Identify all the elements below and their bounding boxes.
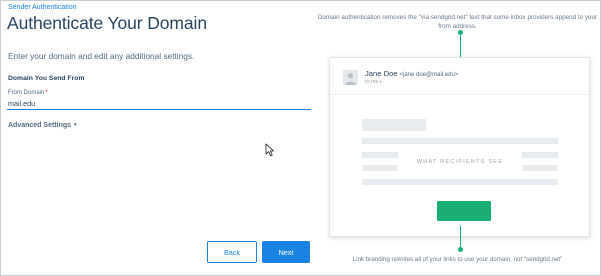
placeholder-line <box>362 152 398 158</box>
email-preview-card: Jane Doe <jane doe@mail.edu> to me▾ WHAT … <box>329 57 590 237</box>
from-domain-input[interactable] <box>7 97 311 110</box>
next-button[interactable]: Next <box>262 241 310 263</box>
cta-button-placeholder <box>437 201 491 221</box>
card-divider <box>330 94 589 95</box>
sender-line: Jane Doe <jane doe@mail.edu> <box>365 69 458 78</box>
mouse-cursor-icon <box>265 143 275 157</box>
placeholder-line <box>362 179 558 185</box>
breadcrumb[interactable]: Sender Authentication <box>8 4 77 11</box>
sender-email: <jane doe@mail.edu> <box>399 72 459 78</box>
page-subtitle: Enter your domain and edit any additiona… <box>8 51 195 61</box>
domain-authentication-note: Domain authentication removes the "via s… <box>317 14 598 30</box>
placeholder-line <box>362 165 398 171</box>
placeholder-line <box>522 152 558 158</box>
page-title: Authenticate Your Domain <box>7 13 207 33</box>
placeholder-line <box>522 165 558 171</box>
link-branding-note: Link branding rewrites all of your links… <box>352 256 563 263</box>
advanced-settings-toggle[interactable]: Advanced Settings ▾ <box>8 122 77 129</box>
required-marker: * <box>45 90 48 96</box>
body-label: WHAT RECIPIENTS SEE <box>416 159 504 165</box>
connector-dot-bottom <box>458 247 463 252</box>
user-icon <box>345 73 356 85</box>
from-domain-label-text: From Domain <box>8 90 45 96</box>
chevron-down-icon: ▾ <box>379 79 382 84</box>
advanced-settings-label: Advanced Settings <box>8 122 72 129</box>
connector-line-bottom <box>460 226 461 249</box>
avatar <box>343 70 358 85</box>
placeholder-heading <box>362 119 426 131</box>
back-button[interactable]: Back <box>207 241 257 263</box>
recipient-label: to me <box>365 79 379 85</box>
from-domain-label: From Domain* <box>8 90 48 96</box>
sender-name: Jane Doe <box>365 69 398 78</box>
app-frame: Sender Authentication Authenticate Your … <box>0 0 601 276</box>
recipient-line: to me▾ <box>365 79 382 85</box>
chevron-down-icon: ▾ <box>74 122 77 128</box>
placeholder-line <box>362 138 558 144</box>
section-heading: Domain You Send From <box>8 75 85 82</box>
